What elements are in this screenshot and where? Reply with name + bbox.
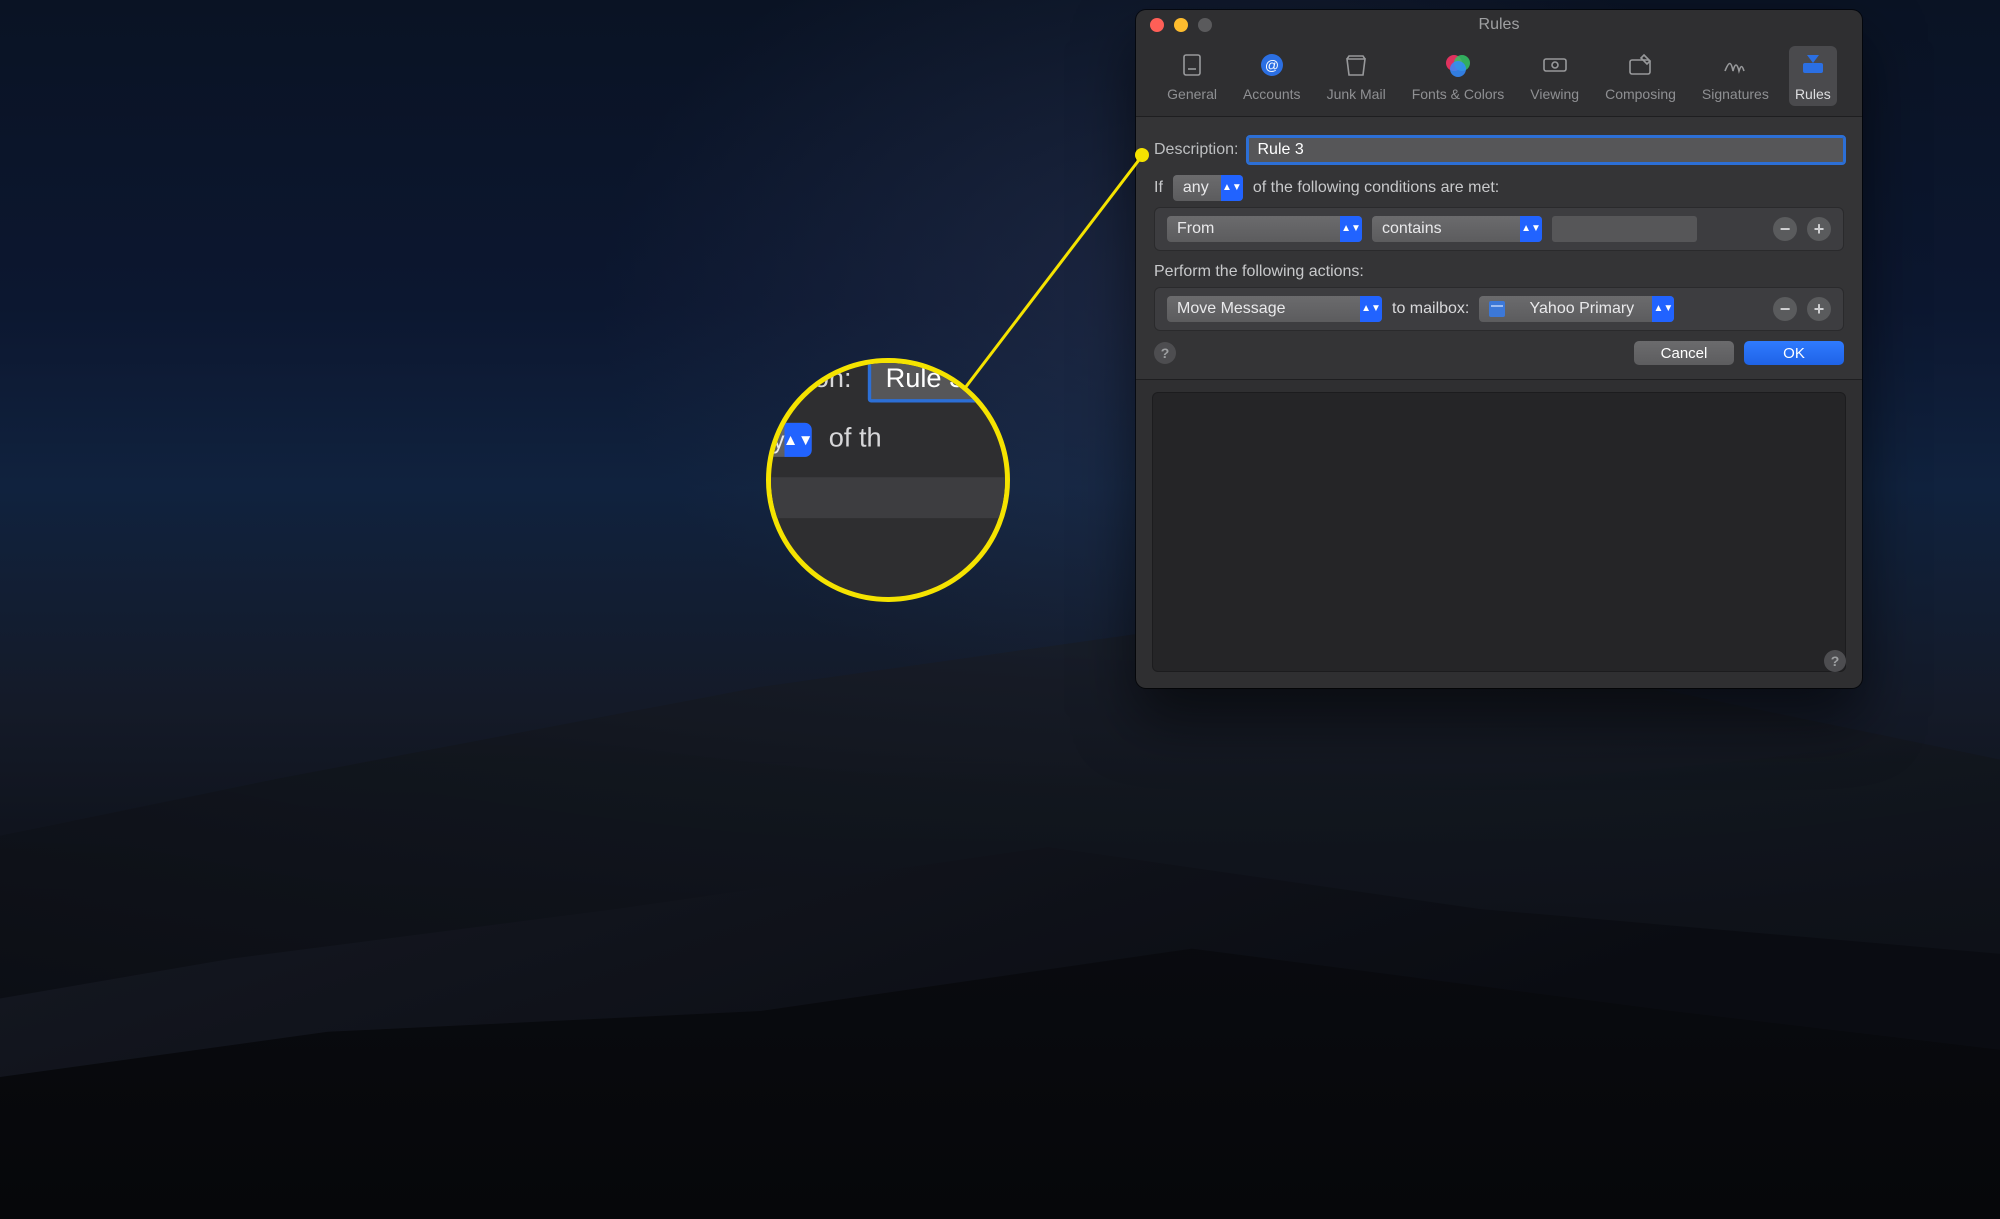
rules-lower-panel: ? xyxy=(1136,380,1862,688)
to-mailbox-label: to mailbox: xyxy=(1392,300,1469,318)
mag-description-input: Rule 3 xyxy=(869,358,982,402)
window-title: Rules xyxy=(1136,16,1862,34)
rule-editor-sheet: Description: If any ▲▼ of the following … xyxy=(1136,116,1862,380)
mag-description-label: Description: xyxy=(766,365,852,396)
titlebar: Rules xyxy=(1136,10,1862,40)
callout-magnifier: eral Accounts Description: Rule 3 f any … xyxy=(766,358,1010,602)
tab-label: Junk Mail xyxy=(1327,86,1386,102)
updown-icon: ▲▼ xyxy=(1221,175,1243,201)
rules-preferences-window: Rules General @ Accounts Junk Mail xyxy=(1136,10,1862,688)
close-button[interactable] xyxy=(1150,18,1164,32)
tab-label: Accounts xyxy=(1243,86,1301,102)
add-action-button[interactable]: + xyxy=(1807,297,1831,321)
tab-signatures[interactable]: Signatures xyxy=(1696,46,1775,106)
callout-dot xyxy=(1135,148,1149,162)
updown-icon: ▲▼ xyxy=(1520,216,1542,242)
tab-label: Fonts & Colors xyxy=(1412,86,1505,102)
general-icon xyxy=(1174,50,1210,80)
preferences-toolbar: General @ Accounts Junk Mail xyxy=(1136,40,1862,116)
rules-icon xyxy=(1795,50,1831,80)
updown-icon: ▲▼ xyxy=(1340,216,1362,242)
action-row: Move Message ▲▼ to mailbox: Yahoo Primar… xyxy=(1154,287,1844,331)
zoom-button[interactable] xyxy=(1198,18,1212,32)
tab-label: Rules xyxy=(1795,86,1831,102)
description-input[interactable] xyxy=(1248,137,1844,163)
updown-icon: ▲▼ xyxy=(785,423,812,457)
desktop-background: Rules General @ Accounts Junk Mail xyxy=(0,0,2000,1219)
tab-accounts[interactable]: @ Accounts xyxy=(1237,46,1307,106)
help-button-lower[interactable]: ? xyxy=(1824,650,1846,672)
condition-field-select[interactable]: From ▲▼ xyxy=(1167,216,1362,242)
action-mailbox-select[interactable]: Yahoo Primary ▲▼ xyxy=(1479,296,1674,322)
tab-rules[interactable]: Rules xyxy=(1789,46,1837,106)
tab-label: Composing xyxy=(1605,86,1676,102)
tab-label: General xyxy=(1167,86,1217,102)
tab-label: Viewing xyxy=(1530,86,1579,102)
tab-fonts-colors[interactable]: Fonts & Colors xyxy=(1406,46,1511,106)
if-suffix: of the following conditions are met: xyxy=(1253,179,1499,197)
window-controls xyxy=(1136,18,1212,32)
tab-composing[interactable]: Composing xyxy=(1599,46,1682,106)
condition-operator-select[interactable]: contains ▲▼ xyxy=(1372,216,1542,242)
rules-list-background xyxy=(1152,392,1846,672)
junk-icon xyxy=(1338,50,1374,80)
tab-junk-mail[interactable]: Junk Mail xyxy=(1321,46,1392,106)
svg-text:@: @ xyxy=(1265,57,1279,73)
condition-row: From ▲▼ contains ▲▼ − + xyxy=(1154,207,1844,251)
cancel-button[interactable]: Cancel xyxy=(1634,341,1734,365)
mag-if-scope-select: any ▲▼ xyxy=(766,423,812,457)
actions-label: Perform the following actions: xyxy=(1154,263,1364,281)
mag-if-suffix: of th xyxy=(829,425,882,456)
signatures-icon xyxy=(1717,50,1753,80)
remove-condition-button[interactable]: − xyxy=(1773,217,1797,241)
mailbox-icon xyxy=(1489,301,1505,317)
updown-icon: ▲▼ xyxy=(1652,296,1674,322)
accounts-icon: @ xyxy=(1254,50,1290,80)
minimize-button[interactable] xyxy=(1174,18,1188,32)
viewing-icon xyxy=(1537,50,1573,80)
add-condition-button[interactable]: + xyxy=(1807,217,1831,241)
fonts-colors-icon xyxy=(1440,50,1476,80)
action-verb-select[interactable]: Move Message ▲▼ xyxy=(1167,296,1382,322)
if-prefix: If xyxy=(1154,179,1163,197)
help-button[interactable]: ? xyxy=(1154,342,1176,364)
tab-general[interactable]: General xyxy=(1161,46,1223,106)
updown-icon: ▲▼ xyxy=(1360,296,1382,322)
tab-label: Signatures xyxy=(1702,86,1769,102)
remove-action-button[interactable]: − xyxy=(1773,297,1797,321)
if-scope-select[interactable]: any ▲▼ xyxy=(1173,175,1243,201)
composing-icon xyxy=(1622,50,1658,80)
tab-viewing[interactable]: Viewing xyxy=(1524,46,1585,106)
description-label: Description: xyxy=(1154,141,1238,159)
ok-button[interactable]: OK xyxy=(1744,341,1844,365)
if-scope-value: any xyxy=(1183,179,1209,197)
condition-value-input[interactable] xyxy=(1552,216,1697,242)
